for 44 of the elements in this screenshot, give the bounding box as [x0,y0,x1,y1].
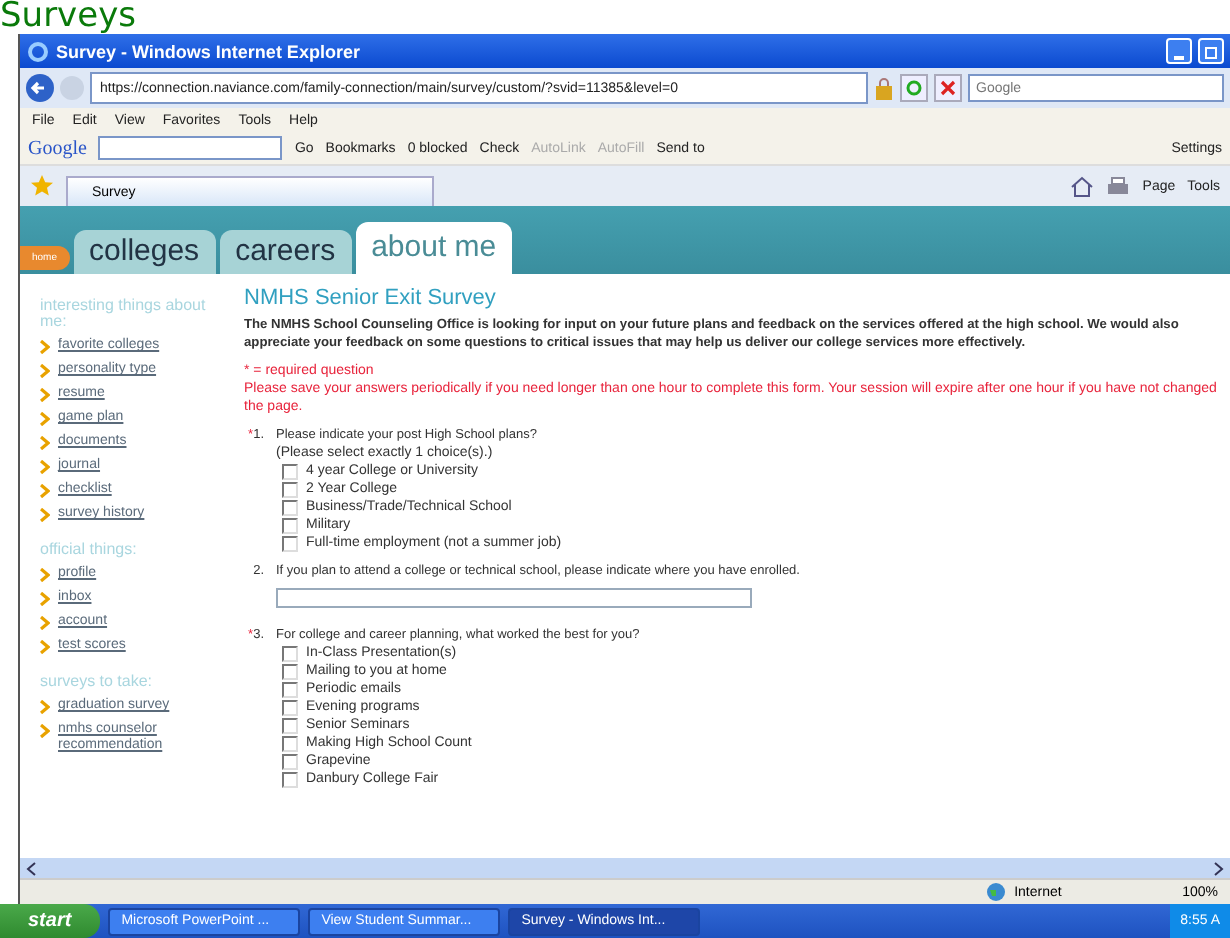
checkbox[interactable] [282,463,298,479]
minimize-button[interactable] [1166,38,1192,64]
minimize-icon [1174,55,1184,59]
sidebar-heading: interesting things about me: [40,298,208,330]
refresh-button[interactable] [900,74,928,102]
stop-button[interactable] [934,74,962,102]
checkbox[interactable] [282,699,298,715]
checkbox[interactable] [282,535,298,551]
home-icon[interactable] [1070,175,1095,197]
checkbox[interactable] [282,517,298,533]
horizontal-scrollbar[interactable] [20,858,1230,878]
nav-tab[interactable]: careers [219,230,352,274]
checkbox[interactable] [282,499,298,515]
back-button[interactable] [26,74,54,102]
globe-icon [986,882,1007,902]
scroll-left-icon[interactable] [26,861,38,875]
checkbox[interactable] [282,645,298,661]
scroll-right-icon[interactable] [1212,861,1224,875]
lock-icon [874,77,894,99]
browser-logo-icon [26,39,50,63]
print-icon[interactable] [1106,175,1131,197]
nav-tab[interactable]: colleges [73,230,216,274]
survey-title: NMHS Senior Exit Survey [244,286,498,310]
refresh-icon [904,78,924,98]
checkbox[interactable] [282,753,298,769]
checkbox[interactable] [282,735,298,751]
answer-field[interactable] [276,587,752,607]
restore-icon [1203,43,1219,59]
start-button[interactable]: start [0,904,100,938]
checkbox[interactable] [282,717,298,733]
checkbox[interactable] [282,771,298,787]
checkbox[interactable] [282,481,298,497]
checkbox[interactable] [282,681,298,697]
google-logo: Google [28,137,87,159]
sidebar-heading: official things: [40,542,139,558]
nav-tab[interactable]: about me [355,222,513,274]
restore-button[interactable] [1198,38,1224,64]
checkbox[interactable] [282,663,298,679]
close-icon [938,78,958,98]
sidebar-heading: surveys to take: [40,674,155,690]
google-search-field[interactable] [98,136,283,160]
favorites-star-icon[interactable] [30,174,54,198]
banner-heading: Surveys [0,0,136,34]
window-title: Survey - Windows Internet Explorer [56,41,360,61]
